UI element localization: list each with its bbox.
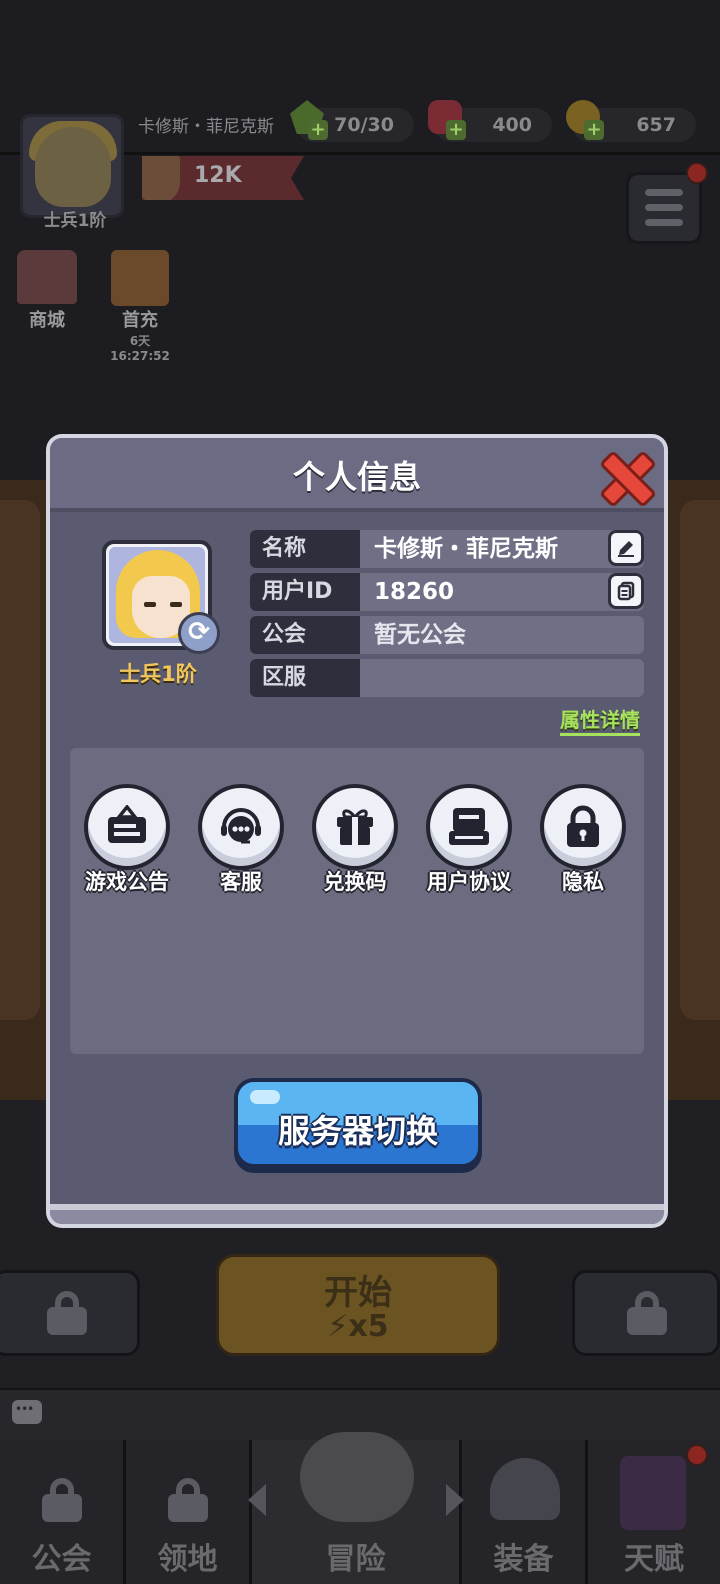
add-gold-icon[interactable]: + <box>584 120 604 140</box>
name-row: 名称 卡修斯・菲尼克斯 <box>250 530 644 568</box>
helmet-icon <box>490 1458 560 1520</box>
add-gems-icon[interactable]: + <box>446 120 466 140</box>
nav-prev-arrow[interactable] <box>248 1484 266 1516</box>
profile-rank: 士兵1阶 <box>119 662 197 686</box>
energy-icon: ⚡ <box>327 1309 349 1344</box>
change-avatar-button[interactable]: ⟳ <box>178 612 220 654</box>
guild-value: 暂无公会 <box>360 616 644 654</box>
spellbook-icon <box>620 1456 686 1530</box>
privacy-button[interactable]: 隐私 <box>528 784 638 896</box>
shop-button[interactable]: 商城 <box>14 250 80 332</box>
nav-territory[interactable]: 领地 <box>126 1440 252 1584</box>
locked-slot-right[interactable] <box>572 1270 720 1356</box>
combat-power: 12K <box>142 156 304 200</box>
name-label: 名称 <box>250 530 360 568</box>
power-shield-icon <box>142 156 180 200</box>
locked-slot-left[interactable] <box>0 1270 140 1356</box>
nav-equipment[interactable]: 装备 <box>462 1440 588 1584</box>
stamina-counter[interactable]: + 70/30 <box>290 100 414 142</box>
talent-notification-dot <box>686 1444 708 1466</box>
uid-label: 用户ID <box>250 573 360 611</box>
first-recharge-button[interactable]: 首充 6天16:27:52 <box>100 250 180 363</box>
name-value: 卡修斯・菲尼克斯 <box>360 530 644 568</box>
dialog-header: 个人信息 <box>50 438 664 512</box>
player-name: 卡修斯・菲尼克斯 <box>138 117 274 137</box>
profile-dialog: 个人信息 ⟳ 士兵1阶 名称 卡修斯・菲尼克斯 用户ID 18260 公会 暂无… <box>46 434 668 1228</box>
gold-counter[interactable]: + 657 <box>566 100 696 142</box>
gift-icon <box>337 809 373 845</box>
nav-next-arrow[interactable] <box>446 1484 464 1516</box>
customer-service-button[interactable]: 客服 <box>186 784 296 896</box>
game-notice-button[interactable]: 游戏公告 <box>72 784 182 896</box>
customer-service-icon <box>221 808 261 844</box>
lock-icon <box>42 1478 82 1522</box>
user-agreement-button[interactable]: 用户协议 <box>414 784 524 896</box>
start-cost: ⚡x5 <box>327 1309 389 1344</box>
dialog-title: 个人信息 <box>292 458 421 496</box>
notice-board-icon <box>108 805 146 843</box>
nav-guild[interactable]: 公会 <box>0 1440 126 1584</box>
copy-icon <box>617 581 635 601</box>
close-button[interactable] <box>598 450 650 500</box>
server-switch-button[interactable]: 服务器切换 <box>234 1078 482 1168</box>
function-panel: 游戏公告 客服 兑换码 用户协议 隐私 <box>70 748 644 1054</box>
server-value <box>360 659 644 697</box>
chat-icon[interactable] <box>12 1400 42 1424</box>
lock-icon <box>627 1291 667 1335</box>
gems-counter[interactable]: + 400 <box>428 100 552 142</box>
lock-icon <box>47 1291 87 1335</box>
guild-row: 公会 暂无公会 <box>250 616 644 654</box>
copy-uid-button[interactable] <box>608 573 644 609</box>
treasure-chest-icon <box>111 250 169 306</box>
nav-adventure[interactable]: 冒险 <box>252 1432 462 1584</box>
start-button[interactable]: 开始 ⚡x5 <box>216 1254 500 1356</box>
crossed-axes-icon <box>300 1432 414 1522</box>
edit-name-button[interactable] <box>608 530 644 566</box>
lock-icon <box>168 1478 208 1522</box>
player-avatar[interactable] <box>20 114 124 218</box>
shop-icon <box>17 250 77 304</box>
pencil-icon <box>618 541 634 557</box>
refresh-icon: ⟳ <box>188 617 210 647</box>
player-rank: 士兵1阶 <box>43 211 107 231</box>
recharge-timer: 6天16:27:52 <box>110 334 170 363</box>
menu-button[interactable] <box>626 172 702 244</box>
notification-dot <box>686 162 708 184</box>
attribute-details-link[interactable]: 属性详情 <box>560 704 640 736</box>
uid-value: 18260 <box>360 573 644 611</box>
server-label: 区服 <box>250 659 360 697</box>
guild-label: 公会 <box>250 616 360 654</box>
redeem-code-button[interactable]: 兑换码 <box>300 784 410 896</box>
server-row: 区服 <box>250 659 644 697</box>
bottom-nav: 公会 领地 冒险 装备 天赋 <box>0 1432 720 1584</box>
add-stamina-icon[interactable]: + <box>308 120 328 140</box>
uid-row: 用户ID 18260 <box>250 573 644 611</box>
agreement-icon <box>449 808 489 845</box>
lock-icon <box>567 805 599 847</box>
